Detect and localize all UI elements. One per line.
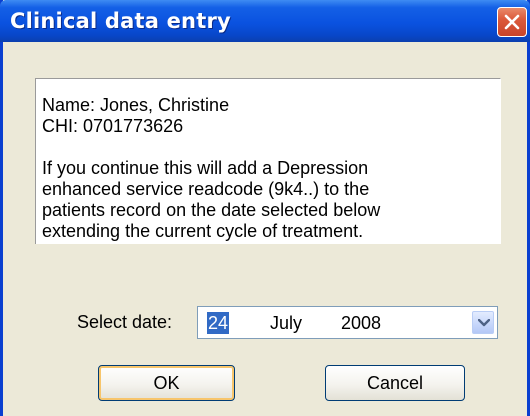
patient-chi: CHI: 0701773626 bbox=[42, 116, 184, 136]
chevron-down-icon bbox=[478, 319, 490, 327]
message-panel: Name: Jones, Christine CHI: 0701773626 I… bbox=[35, 78, 501, 244]
message-line: enhanced service readcode (9k4..) to the bbox=[42, 179, 370, 199]
title-bar[interactable]: Clinical data entry bbox=[0, 0, 530, 42]
window-title: Clinical data entry bbox=[10, 9, 231, 33]
message-line: If you continue this will add a Depressi… bbox=[42, 158, 369, 178]
select-date-label: Select date: bbox=[77, 312, 173, 332]
ok-button[interactable]: OK bbox=[98, 365, 235, 401]
date-dropdown-button[interactable] bbox=[472, 311, 494, 334]
cancel-button[interactable]: Cancel bbox=[325, 365, 465, 401]
message-line: patients record on the date selected bel… bbox=[42, 200, 381, 220]
close-icon bbox=[504, 14, 520, 30]
date-picker[interactable]: 24 July 2008 bbox=[197, 306, 498, 339]
close-button[interactable] bbox=[497, 7, 527, 37]
message-line: extending the current cycle of treatment… bbox=[42, 221, 364, 241]
date-day-field[interactable]: 24 bbox=[207, 312, 230, 334]
patient-name: Name: Jones, Christine bbox=[42, 95, 230, 115]
dialog-window: Clinical data entry Name: Jones, Christi… bbox=[0, 0, 530, 416]
date-year-field[interactable]: 2008 bbox=[341, 312, 381, 334]
date-month-field[interactable]: July bbox=[270, 312, 302, 334]
